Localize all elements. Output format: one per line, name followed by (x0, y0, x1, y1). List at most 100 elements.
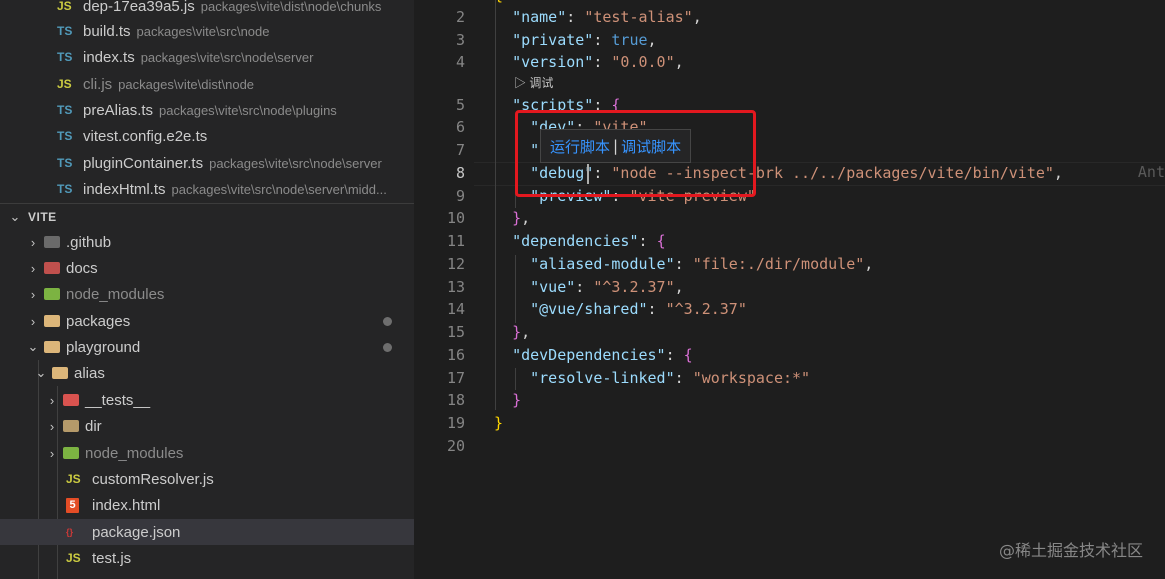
tree-item-docs[interactable]: › docs (0, 255, 414, 281)
file-name: dep-17ea39a5.js (83, 0, 195, 15)
ts-file-icon: TS (57, 129, 73, 143)
open-editor-item[interactable]: TS index.ts packages\vite\src\node\serve… (0, 44, 414, 70)
code-line: }, (512, 209, 531, 227)
tree-item-playground[interactable]: ⌄ playground (0, 334, 414, 360)
js-file-icon: JS (57, 0, 72, 13)
line-number: 13 (446, 278, 465, 296)
line-number: 7 (455, 141, 465, 159)
line-number: 16 (446, 346, 465, 364)
tree-item-label: packages (66, 312, 131, 330)
tree-item-node-modules[interactable]: › node_modules (0, 281, 414, 307)
tree-item-test-js[interactable]: JS test.js (0, 545, 414, 571)
file-name: build.ts (83, 22, 131, 40)
line-number: 4 (455, 53, 465, 71)
file-path: packages\vite\src\node (136, 23, 270, 39)
ts-file-icon: TS (57, 182, 73, 196)
tree-item-dir[interactable]: › dir (0, 413, 414, 439)
debug-codelens[interactable]: ▷ 调试 (514, 74, 553, 91)
code-line: } (512, 391, 522, 409)
file-path: packages\vite\src\node\server (140, 49, 314, 65)
js-file-icon: JS (66, 551, 81, 565)
chevron-down-icon: ⌄ (27, 339, 39, 354)
code-editor[interactable]: 2 3 4 5 6 7 8 9 10 11 12 13 14 15 16 17 … (414, 0, 1165, 579)
tree-item-node-modules[interactable]: › node_modules (0, 440, 414, 466)
open-editor-item[interactable]: TS build.ts packages\vite\src\node (0, 18, 414, 44)
code-line: { (494, 0, 503, 4)
js-file-icon: JS (57, 77, 72, 91)
folder-github-icon (44, 236, 60, 248)
file-path: packages\vite\src\node\server (209, 155, 382, 171)
file-name: cli.js (83, 75, 113, 93)
tree-item-github[interactable]: › .github (0, 229, 414, 255)
open-editor-item[interactable]: JS dep-17ea39a5.js packages\vite\dist\no… (0, 0, 414, 19)
line-number: 6 (455, 118, 465, 136)
chevron-right-icon: › (49, 418, 55, 434)
ts-file-icon: TS (57, 103, 73, 117)
tree-item-label: node_modules (66, 285, 165, 303)
ts-file-icon: TS (57, 50, 73, 64)
explorer-sidebar: JS dep-17ea39a5.js packages\vite\dist\no… (0, 0, 414, 579)
tree-item-package-json[interactable]: {} package.json (0, 519, 414, 545)
inline-hint: Ant (1137, 163, 1165, 181)
tree-item-label: package.json (92, 523, 181, 541)
modified-dot-icon (383, 342, 392, 352)
watermark: @稀土掘金技术社区 (998, 541, 1143, 560)
open-editor-item[interactable]: TS preAlias.ts packages\vite\src\node\pl… (0, 97, 414, 123)
tree-item-label: index.html (92, 496, 161, 514)
modified-dot-icon (383, 316, 392, 326)
line-number: 15 (446, 323, 465, 341)
folder-open-icon (52, 367, 68, 379)
line-number: 18 (446, 391, 465, 409)
tree-item-label: __tests__ (85, 391, 151, 409)
tree-item-label: node_modules (85, 444, 184, 462)
file-path: packages\vite\dist\node (118, 76, 255, 92)
tree-item-packages[interactable]: › packages (0, 308, 414, 334)
tree-item-label: playground (66, 338, 141, 356)
line-number: 5 (455, 96, 465, 114)
tree-item-tests[interactable]: › __tests__ (0, 387, 414, 413)
tree-item-label: customResolver.js (92, 470, 214, 488)
folder-open-icon (44, 341, 60, 353)
code-line: "resolve-linked": "workspace:*" (530, 369, 811, 387)
tree-item-label: test.js (92, 549, 132, 567)
line-number: 14 (446, 300, 465, 318)
tree-item-label: dir (85, 417, 102, 435)
tree-item-label: .github (66, 233, 112, 251)
annotation-highlight-box (515, 110, 756, 197)
open-editor-item[interactable]: TS vitest.config.e2e.ts (0, 123, 414, 149)
line-number: 12 (446, 255, 465, 273)
folder-icon (63, 420, 79, 432)
js-file-icon: JS (66, 472, 81, 486)
line-number: 11 (446, 232, 465, 250)
chevron-right-icon: › (49, 392, 55, 408)
code-line: "dependencies": { (512, 232, 666, 250)
file-name: index.ts (83, 48, 135, 66)
code-line: }, (512, 323, 531, 341)
open-editor-item[interactable]: TS indexHtml.ts packages\vite\src\node\s… (0, 176, 414, 202)
chevron-right-icon: › (30, 234, 36, 250)
chevron-right-icon: › (49, 445, 55, 461)
chevron-right-icon: › (30, 260, 36, 276)
chevron-right-icon: › (30, 286, 36, 302)
folder-node-icon (63, 447, 79, 459)
chevron-down-icon: ⌄ (35, 365, 47, 380)
tree-item-index-html[interactable]: 5 index.html (0, 492, 414, 518)
code-line: "aliased-module": "file:./dir/module", (530, 255, 874, 273)
open-editor-item[interactable]: TS pluginContainer.ts packages\vite\src\… (0, 150, 414, 176)
code-line: "vue": "^3.2.37", (530, 278, 684, 296)
line-number: 3 (455, 31, 465, 49)
code-line: "version": "0.0.0", (512, 53, 684, 71)
folder-test-icon (63, 394, 79, 406)
line-number: 20 (446, 437, 465, 455)
explorer-section-header[interactable]: ⌄ VITE (0, 203, 414, 230)
code-line: } (494, 414, 504, 432)
open-editor-item[interactable]: JS cli.js packages\vite\dist\node (0, 71, 414, 97)
html5-icon: 5 (66, 497, 92, 513)
folder-node-icon (44, 288, 60, 300)
tree-item-customresolver[interactable]: JS customResolver.js (0, 466, 414, 492)
line-number: 19 (446, 414, 465, 432)
chevron-down-icon: ⌄ (9, 209, 21, 224)
code-line: "private": true, (512, 31, 657, 49)
tree-item-label: docs (66, 259, 98, 277)
tree-item-alias[interactable]: ⌄ alias (0, 360, 414, 386)
